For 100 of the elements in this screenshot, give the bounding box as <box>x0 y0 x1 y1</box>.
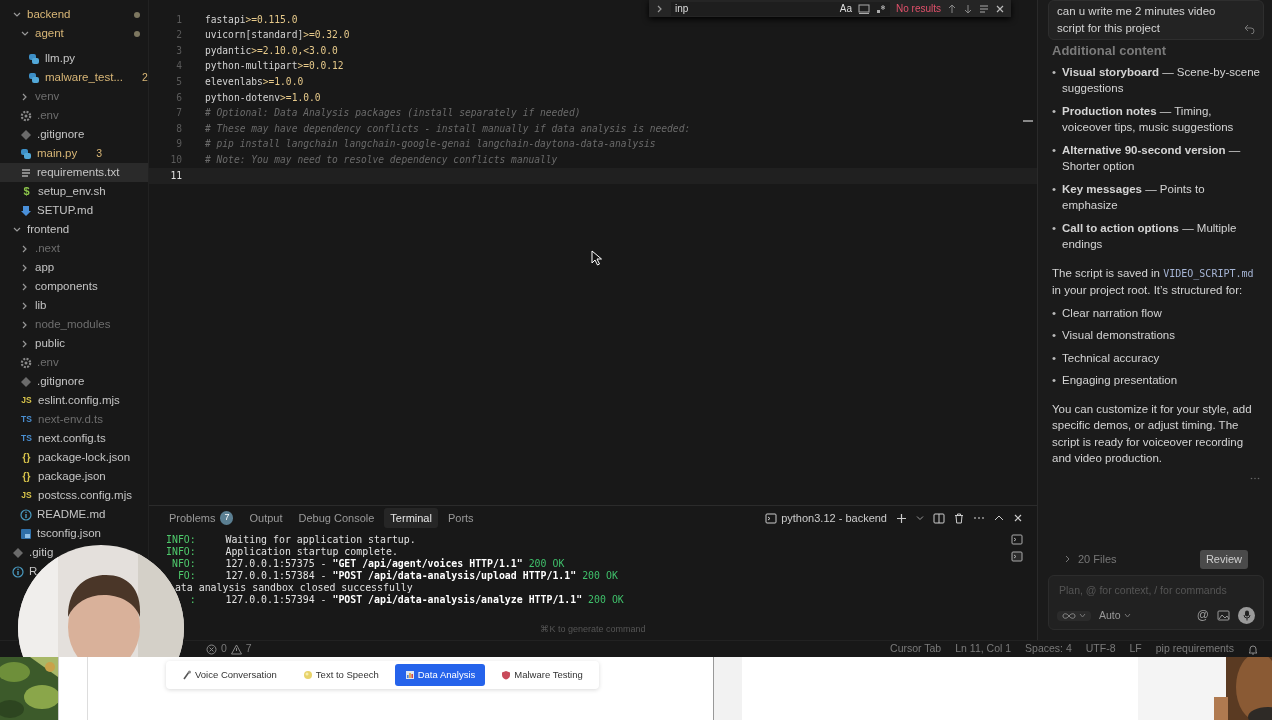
review-button[interactable]: Review <box>1199 550 1248 569</box>
trash-icon[interactable] <box>954 512 964 524</box>
status-item[interactable]: LF <box>1129 641 1142 657</box>
find-field[interactable]: inp Aa <box>671 1 890 16</box>
bell-icon[interactable] <box>1248 643 1258 655</box>
user-message: can u write me 2 minutes video script for this project <box>1048 0 1264 40</box>
bullet-text: Technical accuracy <box>1062 350 1160 366</box>
app-tab[interactable]: Data Analysis <box>394 664 486 687</box>
folder-item[interactable]: frontend <box>0 220 70 239</box>
bullet: • <box>1052 328 1057 343</box>
panel-tab[interactable]: Terminal <box>384 507 438 529</box>
file-type-icon: TS <box>20 413 33 426</box>
agent-mode-dropdown[interactable] <box>1057 610 1091 621</box>
file-item[interactable]: JS postcss.config.mjs <box>0 486 132 505</box>
status-item[interactable]: Spaces: 4 <box>1025 641 1072 657</box>
app-tab[interactable]: Voice Conversation <box>172 664 287 687</box>
bullet: • <box>1052 103 1057 119</box>
bullet-text: Engaging presentation <box>1062 373 1178 388</box>
status-item[interactable]: UTF-8 <box>1085 641 1116 657</box>
folder-item[interactable]: components <box>0 277 98 296</box>
close-icon[interactable] <box>995 3 1005 14</box>
bullet: • <box>1052 181 1057 197</box>
file-item[interactable]: TS next-env.d.ts <box>0 410 103 429</box>
diamond-icon <box>20 128 32 141</box>
file-item[interactable]: llm.py <box>0 49 76 68</box>
file-item[interactable]: main.py 3 <box>0 144 103 163</box>
panel-tab[interactable]: Output <box>243 507 289 529</box>
whole-word-icon[interactable] <box>858 3 870 14</box>
file-item[interactable]: .env <box>0 106 59 125</box>
regex-icon[interactable] <box>876 3 886 14</box>
file-item[interactable]: malware_test... 2 <box>0 68 148 87</box>
terminal-line: FO: 127.0.0.1:57384 - "POST /api/data-analysis/upload HTTP/1.1" 200 OK <box>176 570 618 582</box>
line-number: 3 <box>175 43 182 58</box>
terminal-line: INFO: Application startup complete. <box>166 546 398 558</box>
file-item[interactable]: tsconfig.json <box>0 524 101 543</box>
file-item[interactable]: TS next.config.ts <box>0 429 106 448</box>
file-item[interactable]: {} package.json <box>0 467 106 486</box>
list-icon[interactable] <box>979 3 989 14</box>
folder-item[interactable]: venv <box>0 87 60 106</box>
undo-icon[interactable] <box>1244 24 1255 34</box>
status-item[interactable]: Cursor Tab <box>890 641 942 657</box>
terminal-icon[interactable] <box>1011 551 1023 562</box>
code-line: elevenlabs>=1.0.0 <box>205 74 304 89</box>
close-icon[interactable] <box>1013 513 1023 523</box>
bullet: • <box>1052 142 1057 158</box>
bullet: • <box>1052 373 1057 388</box>
file-item[interactable]: SETUP.md <box>0 201 94 220</box>
chevron-down-icon[interactable] <box>916 514 924 522</box>
arrow-up-icon[interactable] <box>947 3 957 14</box>
model-dropdown[interactable]: Auto <box>1099 607 1131 624</box>
shield-icon <box>501 670 512 681</box>
plus-icon[interactable] <box>896 512 907 524</box>
file-item[interactable]: README.md <box>0 505 106 524</box>
code-comment: # pip install langchain langchain-google-genai langchain-daytona-data-analysis <box>205 137 656 152</box>
bullet-text: Visual storyboard — Scene-by-scene suggestions <box>1062 64 1260 96</box>
folder-item[interactable]: backend <box>0 5 148 24</box>
files-toggle[interactable]: 20 Files <box>1064 551 1117 568</box>
folder-item[interactable]: app <box>0 258 55 277</box>
panel-tab[interactable]: Ports <box>441 507 480 529</box>
terminal-line: : 127.0.0.1:57394 - "POST /api/data-analysis/analyze HTTP/1.1" 200 OK <box>188 594 624 606</box>
file-type-icon: JS <box>20 489 33 502</box>
file-item[interactable]: .env <box>0 353 59 372</box>
terminal-selector[interactable]: python3.12 - backend <box>765 509 887 527</box>
more-icon[interactable] <box>1250 476 1260 480</box>
panel-tab[interactable]: Debug Console <box>292 507 381 529</box>
folder-item[interactable]: lib <box>0 296 47 315</box>
status-item[interactable]: pip requirements <box>1155 641 1234 657</box>
status-item[interactable]: Ln 11, Col 1 <box>955 641 1012 657</box>
folder-item[interactable]: agent <box>0 24 148 43</box>
line-number: 11 <box>169 168 182 183</box>
terminal-icon[interactable] <box>1011 534 1023 545</box>
file-item[interactable]: $ setup_env.sh <box>0 182 106 201</box>
code-line: pydantic>=2.10.0,<3.0.0 <box>205 43 338 58</box>
file-item[interactable]: requirements.txt <box>0 163 148 182</box>
folder-item[interactable]: public <box>0 334 66 353</box>
file-item[interactable]: {} package-lock.json <box>0 448 131 467</box>
bullet: • <box>1052 350 1057 366</box>
folder-item[interactable]: node_modules <box>0 315 111 334</box>
python-file-icon <box>20 147 32 160</box>
app-tab[interactable]: Malware Testing <box>491 664 593 687</box>
more-icon[interactable] <box>973 516 985 520</box>
panel-tab[interactable]: Problems 7 <box>163 507 240 529</box>
folder-item[interactable]: .next <box>0 239 60 258</box>
chevron-up-icon[interactable] <box>994 514 1004 522</box>
app-tab[interactable]: Text to Speech <box>292 664 389 687</box>
arrow-down-icon[interactable] <box>963 3 973 14</box>
line-number: 5 <box>175 74 182 89</box>
diamond-icon <box>20 375 32 388</box>
match-case-toggle[interactable]: Aa <box>839 1 852 16</box>
microphone-button[interactable] <box>1238 607 1255 624</box>
file-item[interactable]: JS eslint.config.mjs <box>0 391 120 410</box>
mention-button[interactable]: @ <box>1196 607 1209 624</box>
line-number: 6 <box>175 90 182 105</box>
terminal-line: NFO: 127.0.0.1:57375 - "GET /api/agent/voices HTTP/1.1" 200 OK <box>170 558 565 570</box>
code-line: fastapi>=0.115.0 <box>205 12 298 27</box>
file-item[interactable]: .gitignore <box>0 125 85 144</box>
split-icon[interactable] <box>933 512 945 524</box>
terminal-line: INFO: Waiting for application startup. <box>166 534 416 546</box>
image-icon[interactable] <box>1217 610 1230 621</box>
file-item[interactable]: .gitignore <box>0 372 85 391</box>
